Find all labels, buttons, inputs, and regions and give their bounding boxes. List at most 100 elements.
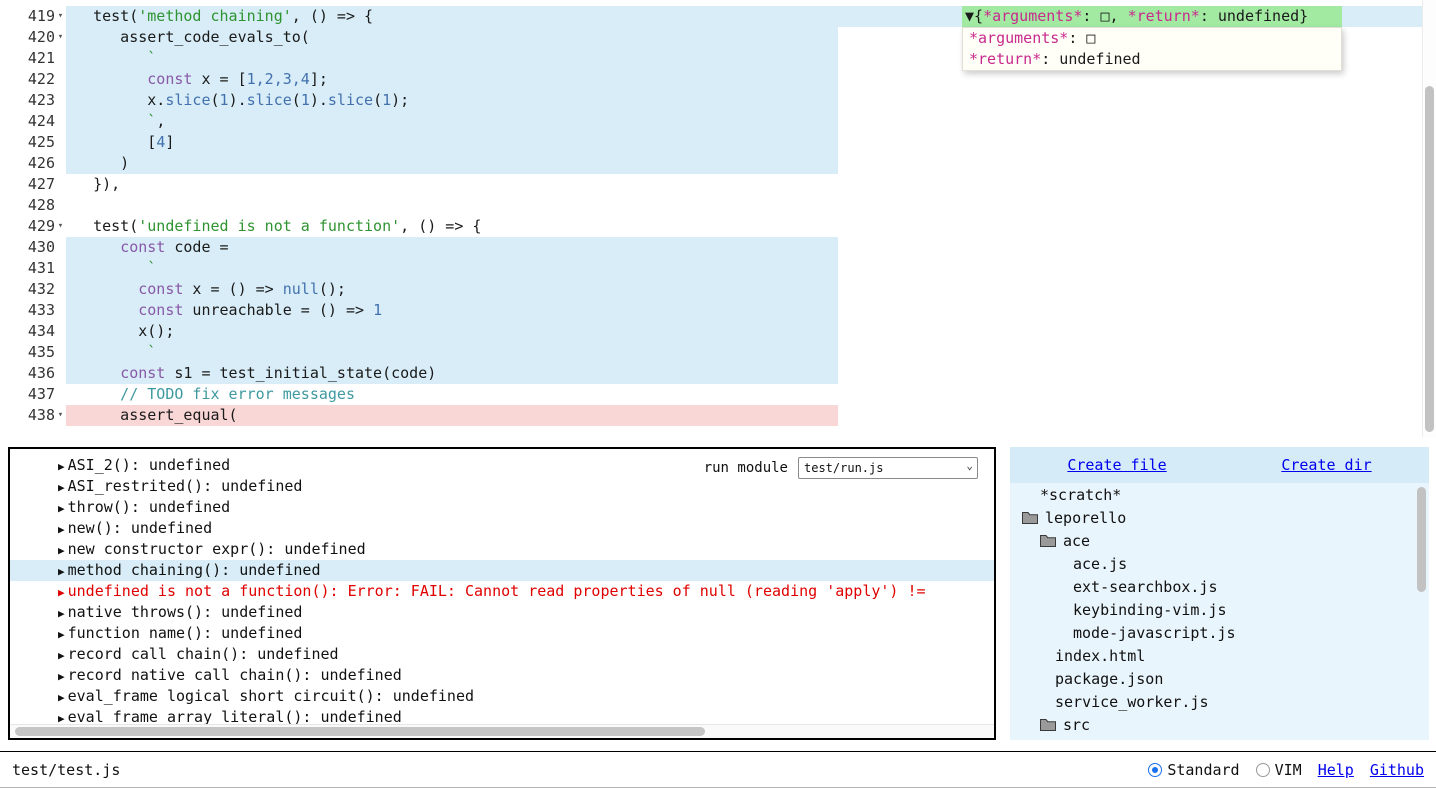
- run-module-select[interactable]: test/run.js ⌄: [798, 457, 978, 479]
- fold-toggle-icon[interactable]: ▾: [55, 405, 66, 426]
- code-line[interactable]: 431 `: [0, 258, 1436, 279]
- test-result-row[interactable]: ▶ASI_restrited(): undefined: [10, 476, 994, 497]
- result-text: record native call chain(): undefined: [68, 666, 402, 684]
- expand-icon[interactable]: ▶: [58, 460, 65, 473]
- test-result-row[interactable]: ▶undefined is not a function(): Error: F…: [10, 581, 994, 602]
- code-text: }),: [66, 174, 1436, 195]
- github-link[interactable]: Github: [1370, 761, 1424, 779]
- code-line[interactable]: 436 const s1 = test_initial_state(code): [0, 363, 1436, 384]
- test-result-row[interactable]: ▶new(): undefined: [10, 518, 994, 539]
- code-token: [66, 364, 120, 382]
- line-number: 436: [0, 363, 55, 384]
- code-line[interactable]: 424 `,: [0, 111, 1436, 132]
- tree-item[interactable]: ace: [1010, 529, 1429, 552]
- run-module-label: run module: [704, 460, 788, 476]
- results-hscrollbar-thumb[interactable]: [15, 727, 705, 736]
- code-line[interactable]: 437 // TODO fix error messages: [0, 384, 1436, 405]
- tree-item[interactable]: ast_utils.js: [1010, 736, 1429, 740]
- code-token: (: [292, 91, 301, 109]
- keybinding-vim-option[interactable]: VIM: [1256, 761, 1302, 779]
- tree-item[interactable]: mode-javascript.js: [1010, 621, 1429, 644]
- expand-icon[interactable]: ▶: [58, 544, 65, 557]
- code-line[interactable]: 422 const x = [1,2,3,4];: [0, 69, 1436, 90]
- line-number: 422: [0, 69, 55, 90]
- code-line[interactable]: 432 const x = () => null();: [0, 279, 1436, 300]
- test-result-row[interactable]: ▶function name(): undefined: [10, 623, 994, 644]
- code-line[interactable]: 427 }),: [0, 174, 1436, 195]
- code-line[interactable]: 429▾ test('undefined is not a function',…: [0, 216, 1436, 237]
- line-number: 433: [0, 300, 55, 321]
- expand-icon[interactable]: ▶: [58, 481, 65, 494]
- fold-toggle-icon[interactable]: ▾: [55, 6, 66, 27]
- code-token: ,: [156, 112, 165, 130]
- radio-vim-label: VIM: [1275, 761, 1302, 779]
- code-token: 1: [382, 91, 391, 109]
- run-module-value: test/run.js: [804, 461, 883, 475]
- test-result-row[interactable]: ▶throw(): undefined: [10, 497, 994, 518]
- code-text: `: [66, 258, 1436, 279]
- tree-item[interactable]: ace.js: [1010, 552, 1429, 575]
- code-line[interactable]: 428: [0, 195, 1436, 216]
- test-result-row[interactable]: ▶method chaining(): undefined: [10, 560, 994, 581]
- code-line[interactable]: 425 [4]: [0, 132, 1436, 153]
- code-token: 1: [220, 91, 229, 109]
- test-result-row[interactable]: ▶new constructor expr(): undefined: [10, 539, 994, 560]
- expand-icon[interactable]: ▶: [58, 607, 65, 620]
- fold-toggle-icon[interactable]: ▾: [55, 27, 66, 48]
- code-token: ();: [319, 280, 346, 298]
- test-result-row[interactable]: ▶record native call chain(): undefined: [10, 665, 994, 686]
- code-line[interactable]: 434 x();: [0, 321, 1436, 342]
- create-file-button[interactable]: Create file: [1067, 456, 1166, 474]
- line-number: 438: [0, 405, 55, 426]
- expand-icon[interactable]: ▶: [58, 565, 65, 578]
- tree-item[interactable]: service_worker.js: [1010, 690, 1429, 713]
- tree-item[interactable]: src: [1010, 713, 1429, 736]
- code-token: slice: [328, 91, 373, 109]
- code-line[interactable]: 438▾ assert_equal(: [0, 405, 1436, 426]
- code-line[interactable]: 435 `: [0, 342, 1436, 363]
- create-dir-button[interactable]: Create dir: [1281, 456, 1371, 474]
- files-scrollbar-thumb[interactable]: [1417, 487, 1426, 592]
- fold-toggle-icon[interactable]: ▾: [55, 216, 66, 237]
- code-token: const: [120, 238, 165, 256]
- code-line[interactable]: 433 const unreachable = () => 1: [0, 300, 1436, 321]
- file-tree: *scratch*leporelloaceace.jsext-searchbox…: [1010, 483, 1429, 740]
- code-editor[interactable]: 419▾ test('method chaining', () => {420▾…: [0, 0, 1436, 437]
- code-line[interactable]: 430 const code =: [0, 237, 1436, 258]
- test-result-row[interactable]: ▶record call chain(): undefined: [10, 644, 994, 665]
- tree-item[interactable]: package.json: [1010, 667, 1429, 690]
- tree-item[interactable]: leporello: [1010, 506, 1429, 529]
- editor-scrollbar-thumb[interactable]: [1425, 86, 1434, 432]
- file-name: service_worker.js: [1055, 693, 1209, 711]
- line-number: 424: [0, 111, 55, 132]
- code-line[interactable]: 426 ): [0, 153, 1436, 174]
- result-text: function name(): undefined: [68, 624, 303, 642]
- tree-item[interactable]: ext-searchbox.js: [1010, 575, 1429, 598]
- tree-item[interactable]: index.html: [1010, 644, 1429, 667]
- radio-unselected-icon: [1256, 763, 1270, 777]
- code-text: const x = [1,2,3,4];: [66, 69, 1436, 90]
- expand-icon[interactable]: ▶: [58, 523, 65, 536]
- expand-icon[interactable]: ▶: [58, 628, 65, 641]
- expand-icon[interactable]: ▶: [58, 649, 65, 662]
- code-token: : □,: [1082, 7, 1127, 25]
- expand-icon[interactable]: ▶: [58, 502, 65, 515]
- line-number: 423: [0, 90, 55, 111]
- code-line[interactable]: 423 x.slice(1).slice(1).slice(1);: [0, 90, 1436, 111]
- code-token: : □: [1068, 29, 1095, 47]
- keybinding-standard-option[interactable]: Standard: [1148, 761, 1239, 779]
- code-text: const unreachable = () => 1: [66, 300, 1436, 321]
- expand-icon[interactable]: ▶: [58, 586, 65, 599]
- code-text: const x = () => null();: [66, 279, 1436, 300]
- help-link[interactable]: Help: [1318, 761, 1354, 779]
- tooltip-header[interactable]: ▼{*arguments*: □, *return*: undefined}: [962, 6, 1342, 27]
- expand-icon[interactable]: ▶: [58, 691, 65, 704]
- test-result-row[interactable]: ▶eval_frame logical short circuit(): und…: [10, 686, 994, 707]
- expand-icon[interactable]: ▶: [58, 670, 65, 683]
- results-hscrollbar-track[interactable]: [10, 724, 994, 738]
- editor-scrollbar-track[interactable]: [1422, 0, 1436, 437]
- chevron-down-icon: ⌄: [966, 459, 973, 472]
- tree-item[interactable]: keybinding-vim.js: [1010, 598, 1429, 621]
- tree-item[interactable]: *scratch*: [1010, 483, 1429, 506]
- test-result-row[interactable]: ▶native throws(): undefined: [10, 602, 994, 623]
